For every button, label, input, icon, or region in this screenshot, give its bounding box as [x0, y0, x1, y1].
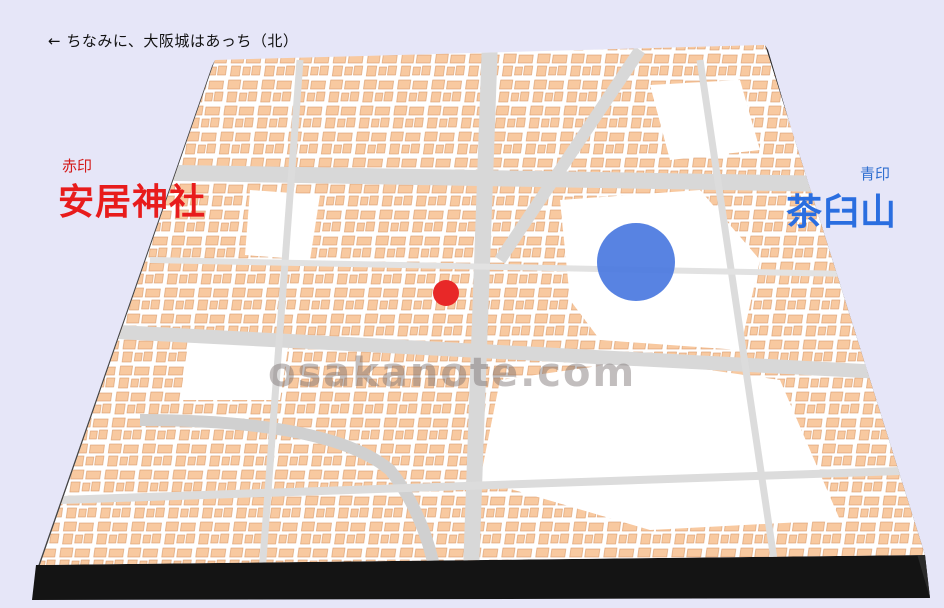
map-3d-view — [32, 45, 930, 600]
yasui-shrine-label: 安居神社 — [58, 182, 207, 223]
map-surface — [40, 45, 925, 565]
north-direction-note: ← ちなみに、大阪城はあっち（北） — [48, 32, 299, 50]
blue-marker-caption: 青印 — [860, 165, 891, 183]
site-watermark: osakanote.com — [268, 350, 637, 396]
chausuyama-label: 茶臼山 — [786, 192, 898, 233]
chausuyama-marker — [597, 223, 675, 301]
yasui-shrine-marker — [433, 280, 459, 306]
